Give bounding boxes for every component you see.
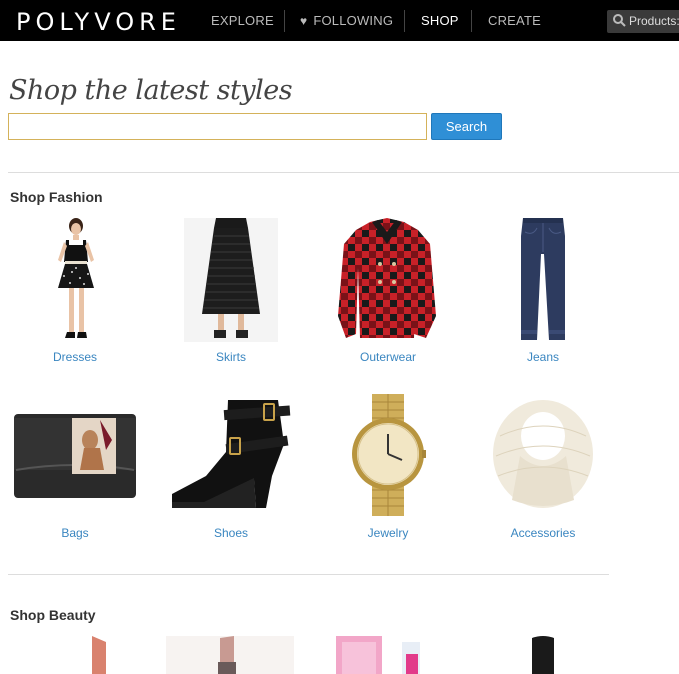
top-nav-bar: POLYVORE EXPLORE ♥ FOLLOWING SHOP CREATE … bbox=[0, 0, 679, 41]
category-link-jeans[interactable]: Jeans bbox=[483, 350, 603, 364]
heart-icon: ♥ bbox=[300, 14, 308, 28]
skirt-image[interactable] bbox=[184, 218, 278, 342]
page-title: Shop the latest styles bbox=[9, 75, 293, 106]
jeans-image[interactable] bbox=[519, 218, 567, 342]
nav-divider bbox=[404, 10, 405, 32]
category-link-shoes[interactable]: Shoes bbox=[171, 526, 291, 540]
style-search-input[interactable] bbox=[8, 113, 427, 140]
nav-create[interactable]: CREATE bbox=[488, 13, 541, 28]
dress-image[interactable] bbox=[50, 216, 102, 342]
clutch-bag-image[interactable] bbox=[12, 410, 138, 500]
category-link-jewelry[interactable]: Jewelry bbox=[328, 526, 448, 540]
category-link-outerwear[interactable]: Outerwear bbox=[328, 350, 448, 364]
knit-scarf-image[interactable] bbox=[490, 396, 596, 512]
header-search-input[interactable]: Products: bbox=[607, 10, 679, 33]
polyvore-logo[interactable]: POLYVORE bbox=[16, 8, 181, 36]
shop-fashion-title: Shop Fashion bbox=[10, 189, 103, 205]
section-divider bbox=[8, 574, 609, 575]
gold-watch-image[interactable] bbox=[350, 394, 426, 516]
search-button[interactable]: Search bbox=[431, 113, 502, 140]
section-divider bbox=[8, 172, 679, 173]
category-link-accessories[interactable]: Accessories bbox=[483, 526, 603, 540]
category-link-bags[interactable]: Bags bbox=[15, 526, 135, 540]
header-search-placeholder: Products: bbox=[629, 14, 679, 28]
search-icon bbox=[613, 14, 626, 27]
nav-divider bbox=[471, 10, 472, 32]
category-link-skirts[interactable]: Skirts bbox=[171, 350, 291, 364]
nav-divider bbox=[284, 10, 285, 32]
nav-explore[interactable]: EXPLORE bbox=[211, 13, 274, 28]
ankle-boot-image[interactable] bbox=[168, 396, 292, 512]
shop-beauty-title: Shop Beauty bbox=[10, 607, 96, 623]
perfume-image[interactable] bbox=[334, 636, 428, 674]
category-link-dresses[interactable]: Dresses bbox=[15, 350, 135, 364]
nav-following[interactable]: ♥ FOLLOWING bbox=[300, 13, 393, 28]
nav-shop[interactable]: SHOP bbox=[421, 13, 459, 28]
cosmetic-bottle-image[interactable] bbox=[528, 636, 558, 674]
lipstick-image[interactable] bbox=[166, 636, 294, 674]
lipstick-image[interactable] bbox=[86, 636, 112, 674]
nav-following-label: FOLLOWING bbox=[313, 13, 394, 28]
plaid-coat-image[interactable] bbox=[334, 216, 440, 342]
